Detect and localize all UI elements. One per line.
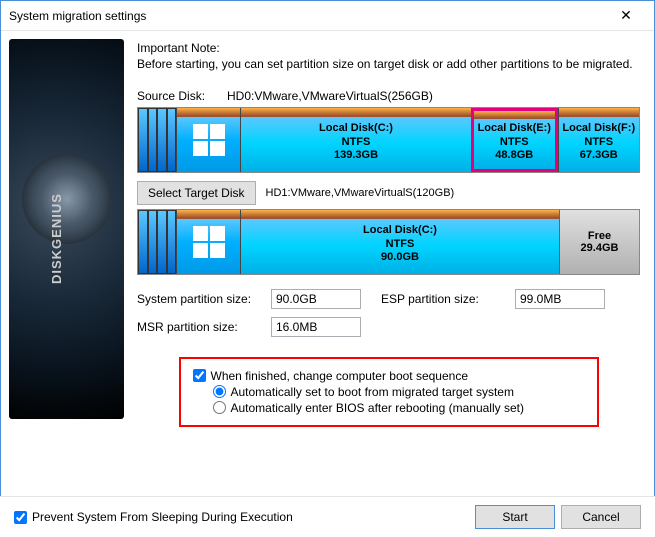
free-space-block[interactable]: Free29.4GB [559, 210, 639, 274]
windows-logo-icon [176, 210, 240, 274]
partition-size-fields: System partition size: ESP partition siz… [137, 289, 640, 337]
target-disk-bar[interactable]: Local Disk(C:)NTFS90.0GBFree29.4GB [137, 209, 640, 275]
system-partition-field: System partition size: [137, 289, 361, 309]
esp-partition-field: ESP partition size: [381, 289, 605, 309]
diskgenius-logo [9, 39, 124, 419]
system-partition-label: System partition size: [137, 292, 267, 306]
esp-partition-input[interactable] [515, 289, 605, 309]
source-disk-value: HD0:VMware,VMwareVirtualS(256GB) [227, 89, 433, 103]
source-disk-label: Source Disk: [137, 89, 227, 103]
sidebar [1, 31, 131, 536]
auto-boot-radio[interactable]: Automatically set to boot from migrated … [213, 385, 585, 399]
msr-partition-label: MSR partition size: [137, 320, 267, 334]
bios-radio[interactable]: Automatically enter BIOS after rebooting… [213, 401, 585, 415]
prevent-sleep-checkbox[interactable]: Prevent System From Sleeping During Exec… [14, 510, 293, 524]
prevent-sleep-input[interactable] [14, 511, 27, 524]
bios-input[interactable] [213, 401, 226, 414]
source-disk-row: Source Disk: HD0:VMware,VMwareVirtualS(2… [137, 89, 640, 103]
partition-block[interactable]: Local Disk(E:)NTFS48.8GB [471, 108, 558, 172]
source-disk-bar[interactable]: Local Disk(C:)NTFS139.3GBLocal Disk(E:)N… [137, 107, 640, 173]
auto-boot-input[interactable] [213, 385, 226, 398]
target-disk-row: Select Target Disk HD1:VMware,VMwareVirt… [137, 181, 640, 205]
when-finished-input[interactable] [193, 369, 206, 382]
note-text: Before starting, you can set partition s… [137, 57, 640, 73]
msr-partition-field: MSR partition size: [137, 317, 361, 337]
esp-partition-label: ESP partition size: [381, 292, 511, 306]
partition-block[interactable]: Local Disk(C:)NTFS139.3GB [240, 108, 471, 172]
system-partition-input[interactable] [271, 289, 361, 309]
note-title: Important Note: [137, 41, 640, 55]
select-target-button[interactable]: Select Target Disk [137, 181, 256, 205]
content-area: Important Note: Before starting, you can… [1, 31, 654, 536]
bottom-bar: Prevent System From Sleeping During Exec… [0, 496, 655, 537]
partition-block[interactable]: Local Disk(F:)NTFS67.3GB [558, 108, 640, 172]
cancel-button[interactable]: Cancel [561, 505, 641, 529]
main-panel: Important Note: Before starting, you can… [131, 31, 654, 536]
boot-sequence-box: When finished, change computer boot sequ… [179, 357, 599, 427]
titlebar: System migration settings ✕ [1, 1, 654, 31]
window-title: System migration settings [9, 9, 606, 23]
when-finished-checkbox[interactable]: When finished, change computer boot sequ… [193, 369, 585, 383]
target-disk-value: HD1:VMware,VMwareVirtualS(120GB) [266, 187, 455, 199]
close-icon[interactable]: ✕ [606, 7, 646, 24]
partition-block[interactable]: Local Disk(C:)NTFS90.0GB [240, 210, 559, 274]
start-button[interactable]: Start [475, 505, 555, 529]
windows-logo-icon [176, 108, 240, 172]
msr-partition-input[interactable] [271, 317, 361, 337]
